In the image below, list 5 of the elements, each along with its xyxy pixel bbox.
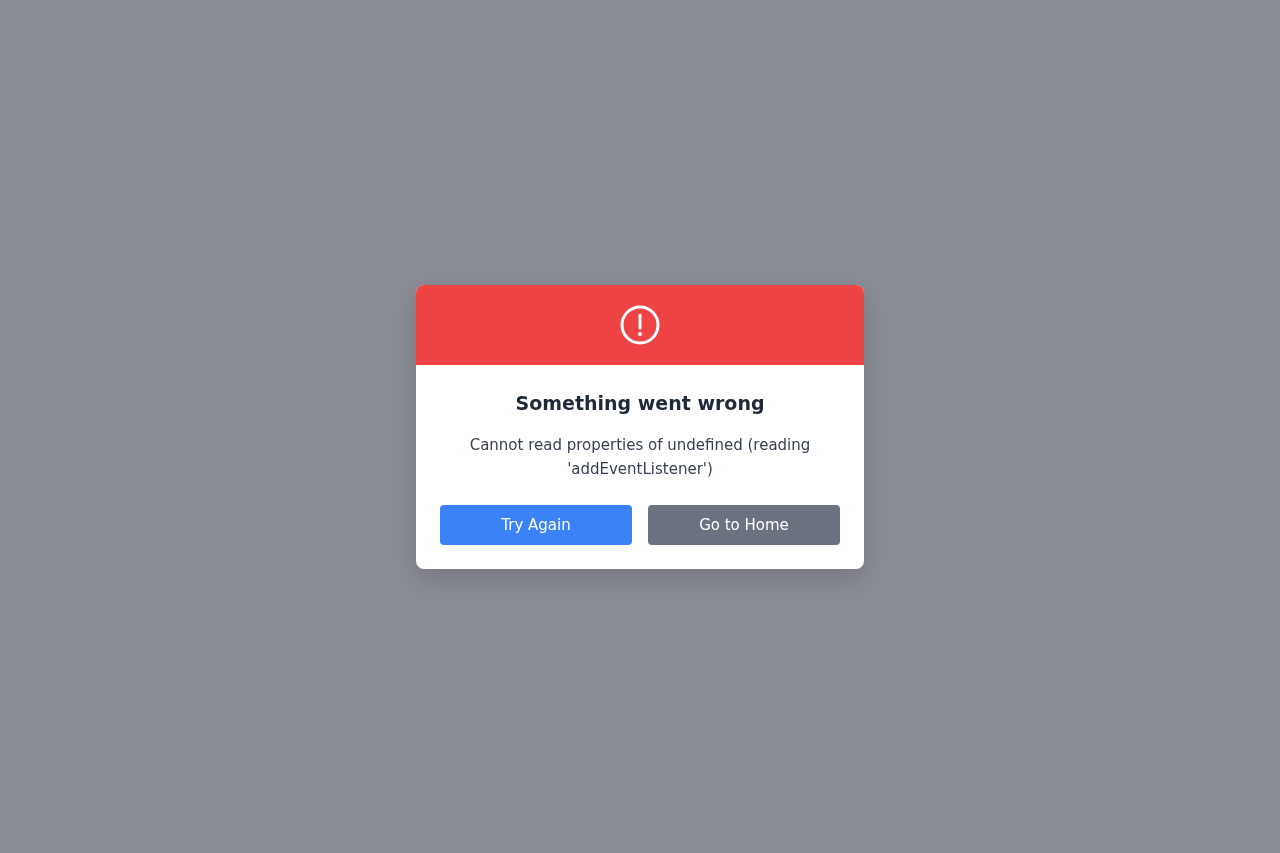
error-message: Cannot read properties of undefined (reading 'addEventListener') (468, 434, 812, 480)
dialog-title: Something went wrong (515, 390, 765, 416)
home-button[interactable]: Go to Home (648, 504, 840, 545)
try-again-button[interactable]: Try Again (440, 504, 632, 545)
warning-icon (620, 304, 660, 345)
